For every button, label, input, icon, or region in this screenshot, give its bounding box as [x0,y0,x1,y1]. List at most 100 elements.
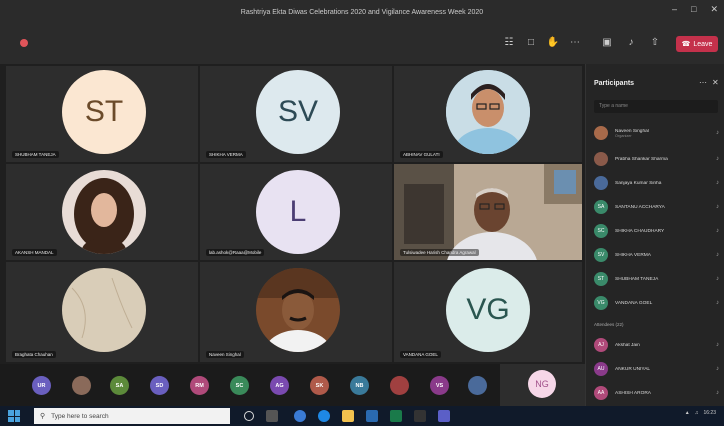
chrome-icon[interactable] [294,410,306,422]
raise-hand-icon[interactable]: ✋ [546,37,560,49]
participant-name: Prabha Shankar Sharma [615,156,668,162]
participant-tile[interactable]: VG VANDANA GOEL [394,262,582,362]
volume-icon[interactable]: ♫ [695,410,699,416]
mic-muted-icon: ♪ [716,228,719,234]
avatar: ST [594,272,608,286]
teams-icon[interactable] [438,410,450,422]
participant-strip: UR SA SD RM SC AG SK NB VS [0,364,585,406]
participant-tile[interactable]: AKANSH MANDAL [6,164,198,260]
participant-name: SHUBHAM TANEJA [615,276,659,282]
title-bar: Rashtriya Ekta Diwas Celebrations 2020 a… [0,0,724,24]
avatar: VG [446,268,530,352]
strip-avatar[interactable]: RM [190,376,209,395]
participant-list-item[interactable]: Prabha Shankar Sharma ♪ [594,150,719,168]
participant-list-item[interactable]: SC SHIKHA CHAUDHARY ♪ [594,222,719,240]
participants-panel: Participants ⋯ ✕ Type a name Naveen Sing… [585,64,724,406]
participant-list-item[interactable]: Sanjaya Kumar Sinha ♪ [594,174,719,192]
participants-toggle-icon[interactable]: ☷ [502,37,516,49]
share-screen-icon[interactable]: ⇧ [648,37,662,49]
cortana-icon[interactable] [244,411,254,421]
mic-muted-icon: ♪ [716,130,719,136]
panel-title: Participants [594,80,635,87]
more-options-icon[interactable]: ⋯ [568,37,582,49]
mic-muted-icon: ♪ [716,204,719,210]
mic-icon[interactable]: ♪ [624,37,638,49]
participant-name: ABHINAV GULATI [400,151,443,158]
strip-avatar[interactable]: SK [310,376,329,395]
taskbar-search-input[interactable]: ⚲ Type here to search [34,408,230,424]
participant-photo [62,170,146,254]
participant-name: Akshat Jain [615,342,640,348]
edge-icon[interactable] [318,410,330,422]
participant-tile[interactable]: ST SHUBHAM TANEJA [6,66,198,162]
participant-name: Tulsiwadee Harish Chandra Agrawal [400,249,479,256]
participant-list-item[interactable]: SV SHIKHA VERMA ♪ [594,246,719,264]
strip-avatar[interactable]: SA [110,376,129,395]
participant-list-item[interactable]: SA SANTANU ACCHARYA ♪ [594,198,719,216]
clock[interactable]: 16:23 [703,410,716,416]
windows-start-icon[interactable] [8,410,20,422]
attendees-heading: Attendees (22) [594,322,624,327]
camera-icon[interactable]: ▣ [600,37,614,49]
recording-indicator-icon [20,39,28,47]
avatar [594,126,608,140]
participant-tile[interactable]: Naveen Singhal [200,262,392,362]
task-view-icon[interactable] [266,410,278,422]
participant-list-item[interactable]: AA ASHISH ARORA ♪ [594,384,719,402]
strip-avatar[interactable]: SD [150,376,169,395]
mic-muted-icon: ♪ [716,342,719,348]
participant-name: AKANSH MANDAL [12,249,57,256]
participant-tile[interactable]: L lab.ashok@Raaa@Mobile [200,164,392,260]
excel-icon[interactable] [390,410,402,422]
participant-name: SHIKHA CHAUDHARY [615,228,665,234]
strip-avatar[interactable] [390,376,409,395]
participant-tile[interactable]: SV SHIKHA VERMA [200,66,392,162]
strip-avatar[interactable]: SC [230,376,249,395]
participant-name: Naveen Singhal [206,351,244,358]
more-options-icon[interactable]: ⋯ [699,78,707,87]
avatar: SA [594,200,608,214]
strip-avatar[interactable]: AG [270,376,289,395]
participant-tile[interactable]: Tulsiwadee Harish Chandra Agrawal [394,164,582,260]
participant-list-item[interactable]: AU ANKUR UNIYAL ♪ [594,360,719,378]
close-icon[interactable]: ✕ [712,78,719,87]
avatar: SV [256,70,340,154]
teams-window: Rashtriya Ekta Diwas Celebrations 2020 a… [0,0,724,426]
participant-photo [62,268,146,352]
participant-list-item[interactable]: VG VANDANA GOEL ♪ [594,294,719,312]
strip-avatar[interactable]: UR [32,376,51,395]
mic-muted-icon: ♪ [716,366,719,372]
participant-name: Naveen Singhal [615,128,649,134]
minimize-button[interactable]: – [672,4,677,15]
file-explorer-icon[interactable] [342,410,354,422]
avatar: AU [594,362,608,376]
slack-icon[interactable] [414,410,426,422]
strip-avatar[interactable] [468,376,487,395]
mic-muted-icon: ♪ [716,390,719,396]
participant-name: VANDANA GOEL [400,351,441,358]
strip-avatar[interactable]: VS [430,376,449,395]
strip-avatar[interactable] [72,376,91,395]
participant-photo [446,70,530,154]
participant-tile[interactable]: Braghata Chauhan [6,262,198,362]
participant-name: Sanjaya Kumar Sinha [615,180,662,186]
avatar: ST [62,70,146,154]
participant-video [394,164,582,260]
chat-icon[interactable]: □ [524,37,538,49]
mic-muted-icon: ♪ [716,180,719,186]
outlook-icon[interactable] [366,410,378,422]
network-icon[interactable]: ▲ [685,410,690,416]
participant-list-item[interactable]: AJ Akshat Jain ♪ [594,336,719,354]
leave-button[interactable]: ☎ Leave [676,36,718,52]
participant-name: Braghata Chauhan [12,351,56,358]
participant-tile[interactable]: ABHINAV GULATI [394,66,582,162]
close-button[interactable]: ✕ [710,4,718,15]
participant-tile[interactable]: NG [500,364,585,406]
participant-role: Organizer [615,133,632,138]
taskbar-search-placeholder: Type here to search [51,412,109,420]
maximize-button[interactable]: □ [691,4,696,15]
participant-list-item[interactable]: Naveen Singhal Organizer ♪ [594,124,719,142]
participant-list-item[interactable]: ST SHUBHAM TANEJA ♪ [594,270,719,288]
participant-search-input[interactable]: Type a name [594,100,718,113]
strip-avatar[interactable]: NB [350,376,369,395]
